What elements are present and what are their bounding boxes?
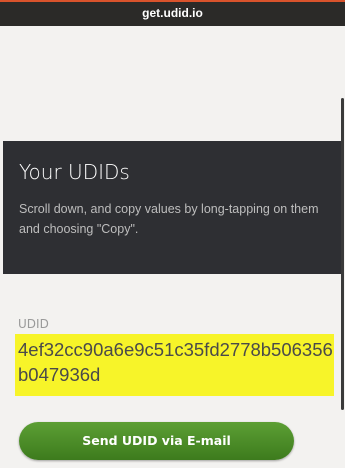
send-udid-email-button[interactable]: Send UDID via E-mail [19,422,294,460]
scrollbar[interactable] [341,98,344,410]
page-title: Your UDIDs [19,160,130,184]
instructions-text: Scroll down, and copy values by long-tap… [19,202,319,236]
udid-label: UDID [18,317,49,331]
url-text[interactable]: get.udid.io [0,6,345,20]
browser-address-bar[interactable]: get.udid.io [0,0,345,26]
address-bar-accent-line [0,0,345,2]
udid-value[interactable]: 4ef32cc90a6e9c51c35fd2778b506356b047936d [15,334,334,396]
udids-hero-panel: Your UDIDs Scroll down, and copy values … [3,141,341,274]
